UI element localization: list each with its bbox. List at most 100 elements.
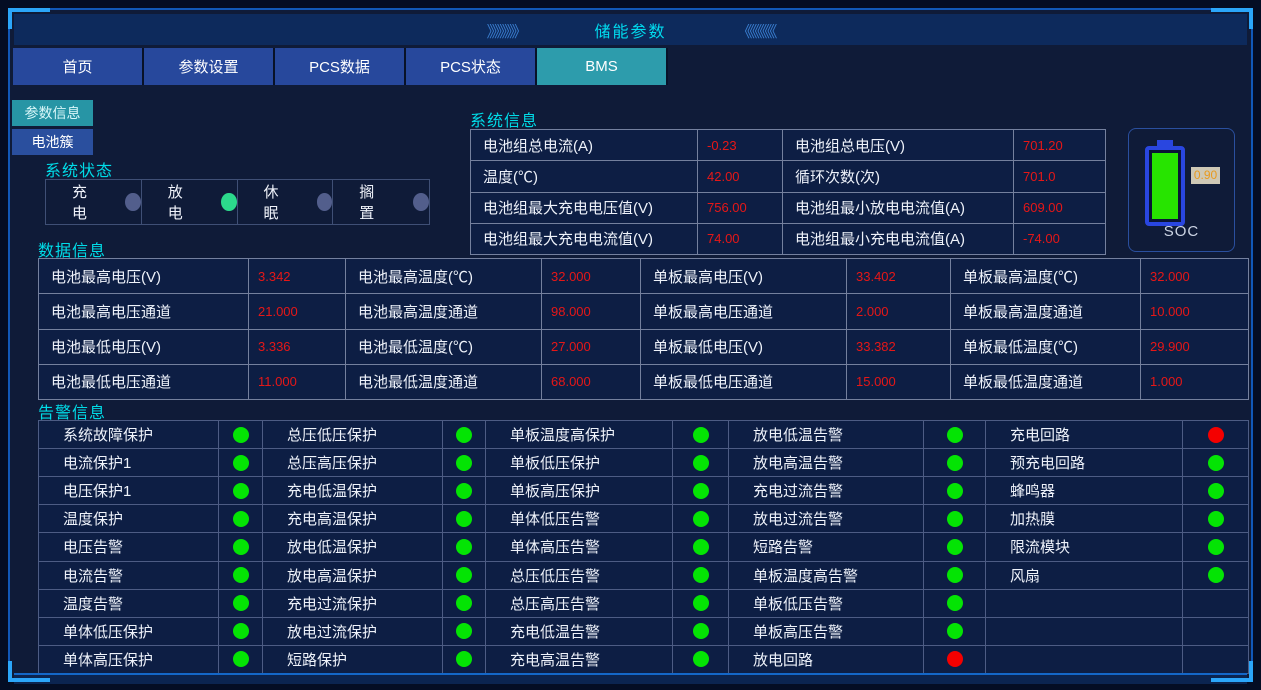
bms-screen: 》》》》》》 储能参数 《《《《《《 首页 参数设置 PCS数据 PCS状态 BMS 参… [0,0,1261,690]
alarm-dot-green [456,623,472,640]
alarm-status-cell [443,561,486,590]
field-label: 电池组最小放电电流值(A) [783,192,1014,224]
alarm-dot-green [456,595,472,612]
battery-icon [1145,140,1185,226]
alarm-status-cell [1183,533,1249,562]
alarm-label: 单体低压告警 [486,505,673,534]
alarm-status-cell [219,477,263,506]
status-cell-休眠: 休眠 [238,180,334,224]
right-chevrons-icon: 》》》》》》 [486,23,527,41]
alarm-label: 单板高压告警 [729,617,924,646]
alarm-label: 电流保护1 [39,449,219,478]
alarm-dot-green [232,567,249,584]
field-label: 单板最低温度(℃) [951,329,1141,365]
page-title: 储能参数 [594,23,667,41]
alarm-label: 单板温度高告警 [729,561,924,590]
tab-参数设置[interactable]: 参数设置 [144,48,275,85]
soc-value: 0.90 [1191,167,1220,184]
alarm-status-cell [443,505,486,534]
alarm-label: 总压低压告警 [486,561,673,590]
tab-首页[interactable]: 首页 [13,48,144,85]
field-label: 电池最低电压(V) [39,329,249,365]
alarm-label: 电压告警 [39,533,219,562]
alarm-dot-green [1207,454,1224,471]
field-label: 电池组总电压(V) [783,130,1014,162]
field-value: 3.336 [249,329,346,365]
alarm-status-cell [673,533,729,562]
tab-BMS[interactable]: BMS [537,48,668,85]
field-label: 单板最高电压通道 [641,294,847,330]
alarm-label-empty [986,617,1183,646]
field-label: 电池组最大充电电流值(V) [471,223,698,255]
field-value: 27.000 [542,329,641,365]
field-label: 单板最低电压通道 [641,364,847,400]
alarm-dot-green [946,510,963,527]
field-value: 21.000 [249,294,346,330]
field-label: 单板最高温度通道 [951,294,1141,330]
alarm-dot-green [1207,538,1224,555]
alarm-dot-red [946,651,963,668]
alarm-label: 充电过流保护 [263,589,443,618]
alarm-label: 电流告警 [39,561,219,590]
alarm-dot-green [232,595,249,612]
alarm-info-table: 系统故障保护 总压低压保护 单板温度高保护 放电低温告警 充电回路 电流保护1 总压高压保护… [38,420,1249,674]
alarm-dot-red [1207,426,1224,443]
tab-PCS数据[interactable]: PCS数据 [275,48,406,85]
alarm-status-cell [673,561,729,590]
alarm-status-cell [673,421,729,450]
alarm-dot-green [692,510,709,527]
alarm-status-cell [924,589,986,618]
bottom-frame-bar [14,673,1247,684]
alarm-label: 充电高温告警 [486,645,673,674]
alarm-status-cell [219,449,263,478]
alarm-status-cell [1183,589,1249,618]
alarm-dot-green [946,538,963,555]
alarm-label: 总压高压告警 [486,589,673,618]
alarm-label: 放电低温保护 [263,533,443,562]
alarm-dot-green [1207,510,1224,527]
status-indicator-dot [125,193,141,211]
field-label: 单板最高温度(℃) [951,259,1141,295]
alarm-status-cell [443,589,486,618]
field-value: 98.000 [542,294,641,330]
alarm-status-cell [924,477,986,506]
alarm-dot-green [232,623,249,640]
alarm-status-cell [443,645,486,674]
alarm-label: 单体高压告警 [486,533,673,562]
tab-PCS状态[interactable]: PCS状态 [406,48,537,85]
field-value: 15.000 [847,364,951,400]
corner-accent-top-left [8,8,50,29]
alarm-label: 放电过流保护 [263,617,443,646]
alarm-label: 单板低压保护 [486,449,673,478]
alarm-label: 放电低温告警 [729,421,924,450]
alarm-status-cell [443,477,486,506]
alarm-label: 预充电回路 [986,449,1183,478]
alarm-status-cell [673,505,729,534]
field-value: 10.000 [1141,294,1249,330]
soc-panel: 0.90 SOC [1128,128,1235,252]
alarm-status-cell [219,561,263,590]
alarm-label-empty [986,645,1183,674]
alarm-label: 放电过流告警 [729,505,924,534]
corner-accent-top-right [1211,8,1253,29]
alarm-status-cell [219,533,263,562]
system-info-title: 系统信息 [470,113,539,130]
alarm-dot-green [692,538,709,555]
status-cell-放电: 放电 [142,180,238,224]
field-label: 电池组最大充电电压值(V) [471,192,698,224]
field-value: 32.000 [1141,259,1249,295]
alarm-label: 放电回路 [729,645,924,674]
alarm-dot-green [456,567,472,584]
alarm-label: 总压高压保护 [263,449,443,478]
alarm-dot-green [946,623,963,640]
sidebar-button-电池簇[interactable]: 电池簇 [12,129,93,155]
alarm-label: 温度告警 [39,589,219,618]
sidebar-button-参数信息[interactable]: 参数信息 [12,100,93,126]
alarm-status-cell [924,505,986,534]
field-label: 电池最低温度(℃) [346,329,542,365]
alarm-status-cell [219,505,263,534]
alarm-status-cell [443,617,486,646]
alarm-label: 电压保护1 [39,477,219,506]
alarm-label: 系统故障保护 [39,421,219,450]
left-chevrons-icon: 《《《《《《 [736,23,778,41]
